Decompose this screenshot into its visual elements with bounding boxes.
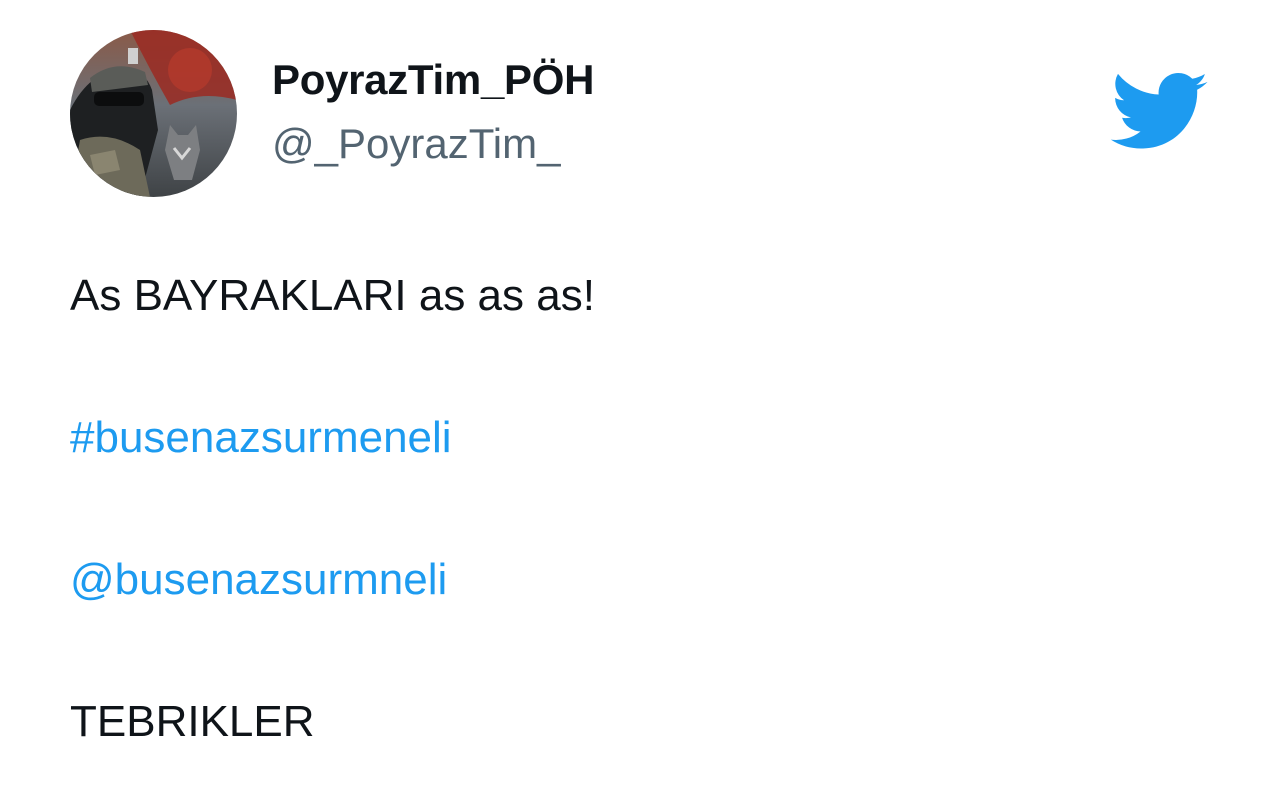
tweet-card: PoyrazTim_PÖH @_PoyrazTim_ As BAYRAKLARI… xyxy=(0,0,1279,785)
hashtag-link[interactable]: #busenazsurmeneli xyxy=(70,412,452,464)
mention-link[interactable]: @busenazsurmneli xyxy=(70,554,447,606)
avatar-image xyxy=(70,30,237,197)
avatar[interactable] xyxy=(70,30,237,197)
author-handle[interactable]: @_PoyrazTim_ xyxy=(272,120,560,168)
tweet-text-line: TEBRIKLER xyxy=(70,697,315,746)
tweet-text-line: As BAYRAKLARI as as as! xyxy=(70,271,595,320)
author-display-name[interactable]: PoyrazTim_PÖH xyxy=(272,56,594,104)
twitter-bird-icon[interactable] xyxy=(1110,72,1210,154)
